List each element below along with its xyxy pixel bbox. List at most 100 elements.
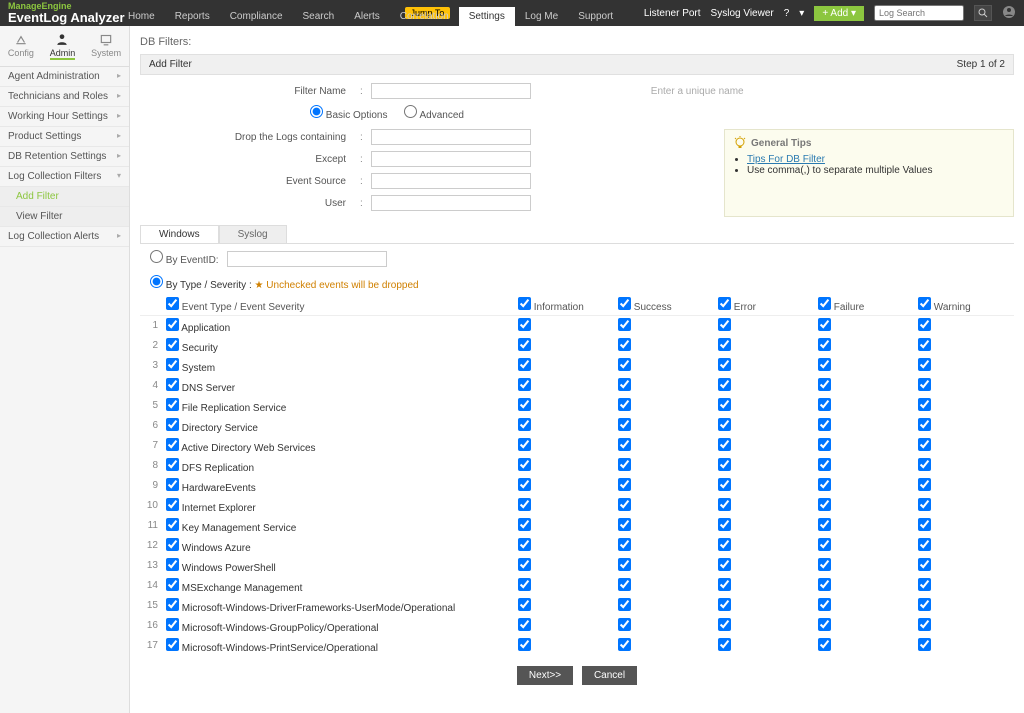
cell-check[interactable] (818, 438, 831, 451)
cell-check[interactable] (918, 638, 931, 651)
cell-check[interactable] (818, 418, 831, 431)
row-check[interactable] (166, 318, 179, 331)
sidebar-item-working-hour-settings[interactable]: Working Hour Settings▸ (0, 107, 129, 127)
cell-check[interactable] (518, 458, 531, 471)
cell-check[interactable] (718, 478, 731, 491)
cell-check[interactable] (718, 518, 731, 531)
row-check[interactable] (166, 578, 179, 591)
cell-check[interactable] (718, 498, 731, 511)
by-type-radio[interactable] (150, 275, 163, 288)
mode-tab-admin[interactable]: Admin (50, 32, 76, 60)
nav-log-me[interactable]: Log Me (515, 7, 568, 26)
cell-check[interactable] (818, 618, 831, 631)
cell-check[interactable] (618, 378, 631, 391)
row-check[interactable] (166, 358, 179, 371)
row-check[interactable] (166, 478, 179, 491)
col-check-3[interactable] (718, 297, 731, 310)
cell-check[interactable] (818, 398, 831, 411)
cell-check[interactable] (618, 398, 631, 411)
col-check-2[interactable] (618, 297, 631, 310)
cell-check[interactable] (518, 518, 531, 531)
row-check[interactable] (166, 498, 179, 511)
cancel-button[interactable]: Cancel (582, 666, 637, 685)
cell-check[interactable] (718, 578, 731, 591)
nav-alerts[interactable]: Alerts (344, 7, 390, 26)
cell-check[interactable] (918, 358, 931, 371)
cell-check[interactable] (818, 518, 831, 531)
cell-check[interactable] (818, 558, 831, 571)
row-check[interactable] (166, 538, 179, 551)
cell-check[interactable] (718, 318, 731, 331)
cell-check[interactable] (518, 578, 531, 591)
cell-check[interactable] (818, 638, 831, 651)
cell-check[interactable] (918, 458, 931, 471)
row-check[interactable] (166, 598, 179, 611)
cell-check[interactable] (918, 618, 931, 631)
cell-check[interactable] (618, 438, 631, 451)
cell-check[interactable] (818, 378, 831, 391)
basic-radio[interactable] (310, 105, 323, 118)
cell-check[interactable] (618, 638, 631, 651)
dropdown-icon[interactable]: ▾ (799, 8, 804, 19)
sidebar-sub-add-filter[interactable]: Add Filter (0, 187, 129, 207)
row-check[interactable] (166, 398, 179, 411)
cell-check[interactable] (518, 378, 531, 391)
cell-check[interactable] (918, 478, 931, 491)
nav-search[interactable]: Search (293, 7, 345, 26)
nav-reports[interactable]: Reports (165, 7, 220, 26)
row-check[interactable] (166, 338, 179, 351)
cell-check[interactable] (618, 458, 631, 471)
col-check-1[interactable] (518, 297, 531, 310)
row-check[interactable] (166, 418, 179, 431)
log-search-input[interactable] (874, 5, 964, 21)
cell-check[interactable] (618, 598, 631, 611)
eventsrc-input[interactable] (371, 173, 531, 189)
col-check-4[interactable] (818, 297, 831, 310)
user-input[interactable] (371, 195, 531, 211)
sidebar-item-agent-administration[interactable]: Agent Administration▸ (0, 67, 129, 87)
advanced-radio[interactable] (404, 105, 417, 118)
sidebar-item-technicians-and-roles[interactable]: Technicians and Roles▸ (0, 87, 129, 107)
subtab-windows[interactable]: Windows (140, 225, 219, 243)
cell-check[interactable] (618, 358, 631, 371)
mode-tab-system[interactable]: System (91, 32, 121, 60)
cell-check[interactable] (518, 538, 531, 551)
cell-check[interactable] (718, 418, 731, 431)
cell-check[interactable] (518, 638, 531, 651)
cell-check[interactable] (818, 458, 831, 471)
cell-check[interactable] (818, 498, 831, 511)
cell-check[interactable] (918, 438, 931, 451)
sidebar-item-log-collection-alerts[interactable]: Log Collection Alerts▸ (0, 227, 129, 247)
cell-check[interactable] (718, 598, 731, 611)
except-input[interactable] (371, 151, 531, 167)
cell-check[interactable] (618, 518, 631, 531)
by-eventid-input[interactable] (227, 251, 387, 267)
cell-check[interactable] (518, 618, 531, 631)
cell-check[interactable] (618, 318, 631, 331)
col-check-0[interactable] (166, 297, 179, 310)
next-button[interactable]: Next>> (517, 666, 573, 685)
cell-check[interactable] (618, 478, 631, 491)
cell-check[interactable] (618, 498, 631, 511)
cell-check[interactable] (818, 338, 831, 351)
advanced-option[interactable]: Advanced (404, 110, 464, 121)
subtab-syslog[interactable]: Syslog (219, 225, 287, 243)
cell-check[interactable] (918, 398, 931, 411)
nav-home[interactable]: Home (118, 7, 165, 26)
cell-check[interactable] (818, 598, 831, 611)
cell-check[interactable] (718, 438, 731, 451)
cell-check[interactable] (918, 558, 931, 571)
tips-link[interactable]: Tips For DB Filter (747, 154, 825, 165)
cell-check[interactable] (718, 378, 731, 391)
cell-check[interactable] (518, 358, 531, 371)
listener-port-link[interactable]: Listener Port (644, 8, 701, 19)
cell-check[interactable] (718, 638, 731, 651)
cell-check[interactable] (518, 418, 531, 431)
add-button[interactable]: + Add ▾ (814, 6, 864, 21)
sidebar-item-log-collection-filters[interactable]: Log Collection Filters▾ (0, 167, 129, 187)
cell-check[interactable] (618, 618, 631, 631)
row-check[interactable] (166, 458, 179, 471)
cell-check[interactable] (718, 338, 731, 351)
sidebar-sub-view-filter[interactable]: View Filter (0, 207, 129, 227)
cell-check[interactable] (718, 538, 731, 551)
